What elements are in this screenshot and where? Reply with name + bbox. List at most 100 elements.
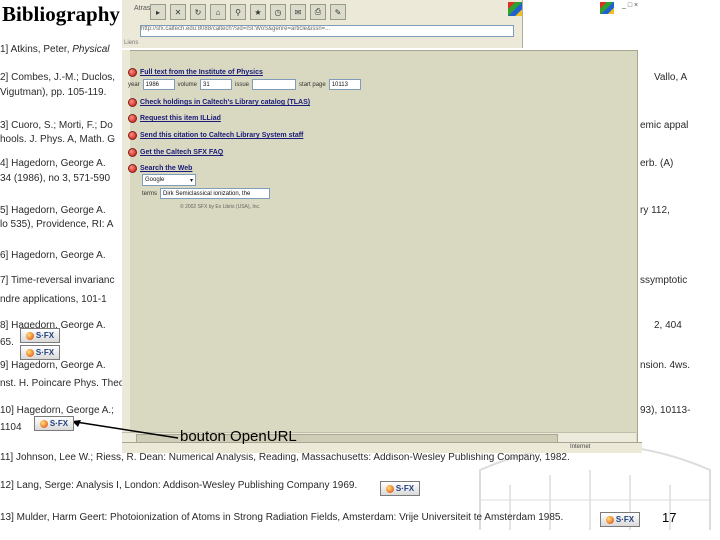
bibliography-entry-continuation: 34 (1986), no 3, 571-590 (0, 173, 111, 184)
year-field[interactable]: 1986 (142, 79, 175, 90)
sfx-option-staff[interactable]: Send this citation to Caltech Library Sy… (128, 131, 303, 140)
search-engine-select[interactable]: Google ▾ (142, 174, 196, 186)
terms-label: terms (142, 190, 157, 197)
bibliography-entry-continuation: lo 535), Providence, RI: A (0, 219, 114, 230)
status-zone: Internet (570, 444, 591, 450)
links-label: Liens (124, 40, 139, 46)
sfx-label: S·FX (615, 515, 635, 524)
bibliography-entry-continuation: nst. H. Poincare Phys. Theo (0, 378, 125, 389)
print-icon[interactable]: ⎙ (310, 4, 326, 20)
entry-text: 4] Hagedorn, George A. (0, 158, 106, 169)
entry-text: 2] Combes, J.-M.; Duclos, (0, 72, 116, 83)
sfx-logo-icon (39, 419, 48, 428)
entry-text: 7] Time-reversal invarianc (0, 275, 115, 286)
terms-row: terms Dirk Semiclassical ionization, the (142, 188, 270, 199)
sfx-logo-icon (605, 515, 614, 524)
bibliography-entry: 12] Lang, Serge: Analysis I, London: Add… (0, 480, 357, 491)
issue-field[interactable] (252, 79, 297, 90)
volume-label: volume (177, 81, 198, 88)
entry-text: 9] Hagedorn, George A. (0, 360, 106, 371)
year-label: year (128, 81, 140, 88)
edit-icon[interactable]: ✎ (330, 4, 346, 20)
sfx-logo-icon (25, 331, 34, 340)
start-page-field[interactable]: 10113 (328, 79, 361, 90)
go-icon[interactable] (128, 98, 137, 107)
entry-text: 10] Hagedorn, George A.; (0, 405, 114, 416)
illiad-link[interactable]: Request this item ILLiad (140, 115, 221, 122)
chevron-down-icon: ▾ (189, 177, 193, 184)
bibliography-entry-continuation: ndre applications, 101-1 (0, 294, 107, 305)
page-title: Bibliography (2, 2, 120, 26)
bibliography-entry: 7] Time-reversal invarianc (0, 275, 114, 286)
engine-select-row: Google ▾ (142, 174, 196, 186)
staff-link[interactable]: Send this citation to Caltech Library Sy… (140, 132, 303, 139)
sfx-menu-window (122, 50, 638, 444)
favorites-icon[interactable]: ★ (250, 4, 266, 20)
entry-text: 12] Lang, Serge: Analysis I, London: Add… (0, 480, 358, 491)
copyright-text: © 2002 SFX by Ex Libris (USA), Inc. (180, 204, 261, 210)
bibliography-entry: 10] Hagedorn, George A.; (0, 405, 114, 416)
sfx-option-faq[interactable]: Get the Caltech SFX FAQ (128, 148, 223, 157)
start-page-label: start page (299, 81, 326, 88)
back-button[interactable]: Atras (134, 5, 150, 12)
sfx-option-web-search[interactable]: Search the Web (128, 164, 192, 173)
search-icon[interactable]: ⚲ (230, 4, 246, 20)
faq-link[interactable]: Get the Caltech SFX FAQ (140, 149, 223, 156)
web-search-link[interactable]: Search the Web (140, 165, 192, 172)
bibliography-entry-continuation: 1104 (0, 422, 22, 433)
bibliography-entry-continuation: Vigutman), pp. 105-119. (0, 87, 107, 98)
sfx-logo-icon (385, 484, 394, 493)
go-icon[interactable] (128, 148, 137, 157)
sfx-openurl-button[interactable]: S·FX (34, 416, 74, 431)
bibliography-entry: 2] Combes, J.-M.; Duclos, (0, 72, 115, 83)
fulltext-link[interactable]: Full text from the Institute of Physics (140, 69, 263, 76)
sfx-openurl-button[interactable]: S·FX (600, 512, 640, 527)
bibliography-entry: 9] Hagedorn, George A. (0, 360, 106, 371)
window-controls[interactable]: _ □ × (622, 2, 638, 9)
bibliography-entry: 3] Cuoro, S.; Morti, F.; Do (0, 120, 113, 131)
sfx-openurl-button[interactable]: S·FX (20, 328, 60, 343)
issue-label: issue (235, 81, 250, 88)
sfx-openurl-button[interactable]: S·FX (380, 481, 420, 496)
go-icon[interactable] (128, 114, 137, 123)
bibliography-entry-fragment: ry 112, (640, 205, 670, 216)
sfx-option-illiad[interactable]: Request this item ILLiad (128, 114, 221, 123)
stop-icon[interactable]: ✕ (170, 4, 186, 20)
address-bar[interactable]: http://sfx.caltech.edu:8088/caltech?sid=… (140, 25, 514, 37)
history-icon[interactable]: ◷ (270, 4, 286, 20)
bibliography-entry-continuation: hools. J. Phys. A, Math. G (0, 134, 116, 145)
bibliography-entry: 4] Hagedorn, George A. (0, 158, 106, 169)
entry-text: 3] Cuoro, S.; Morti, F.; Do (0, 120, 113, 131)
forward-icon[interactable]: ▸ (150, 4, 166, 20)
bibliography-entry: 5] Hagedorn, George A. (0, 205, 106, 216)
entry-title: Physical (72, 44, 110, 55)
window-frame (122, 50, 130, 442)
bibliography-entry-continuation: 65. (0, 337, 14, 348)
sfx-label: S·FX (35, 348, 55, 357)
toolbar-icons: ▸ ✕ ↻ ⌂ ⚲ ★ ◷ ✉ ⎙ ✎ (150, 4, 346, 20)
sfx-option-fulltext[interactable]: Full text from the Institute of Physics (128, 68, 263, 77)
volume-field[interactable]: 31 (200, 79, 233, 90)
entry-text: 1] Atkins, Peter, (0, 44, 73, 55)
terms-field[interactable]: Dirk Semiclassical ionization, the (160, 188, 270, 199)
home-icon[interactable]: ⌂ (210, 4, 226, 20)
bibliography-entry-fragment: nsion. 4ws. (640, 360, 691, 371)
windows-logo-icon (508, 2, 522, 16)
fulltext-fields: year 1986 volume 31 issue start page 101… (128, 79, 361, 90)
entry-text: 5] Hagedorn, George A. (0, 205, 106, 216)
sfx-label: S·FX (395, 484, 415, 493)
sfx-option-catalog[interactable]: Check holdings in Caltech's Library cata… (128, 98, 310, 107)
mail-icon[interactable]: ✉ (290, 4, 306, 20)
bibliography-entry: 1] Atkins, Peter, Physical (0, 44, 110, 55)
go-icon[interactable] (128, 164, 137, 173)
windows-logo-icon (600, 2, 614, 14)
go-icon[interactable] (128, 131, 137, 140)
sfx-label: S·FX (35, 331, 55, 340)
refresh-icon[interactable]: ↻ (190, 4, 206, 20)
sfx-openurl-button[interactable]: S·FX (20, 345, 60, 360)
bibliography-entry-fragment: Vallo, A (654, 72, 688, 83)
catalog-link[interactable]: Check holdings in Caltech's Library cata… (140, 99, 310, 106)
openurl-annotation: bouton OpenURL (180, 428, 297, 445)
bibliography-entry-fragment: 93), 10113- (640, 405, 691, 416)
go-icon[interactable] (128, 68, 137, 77)
